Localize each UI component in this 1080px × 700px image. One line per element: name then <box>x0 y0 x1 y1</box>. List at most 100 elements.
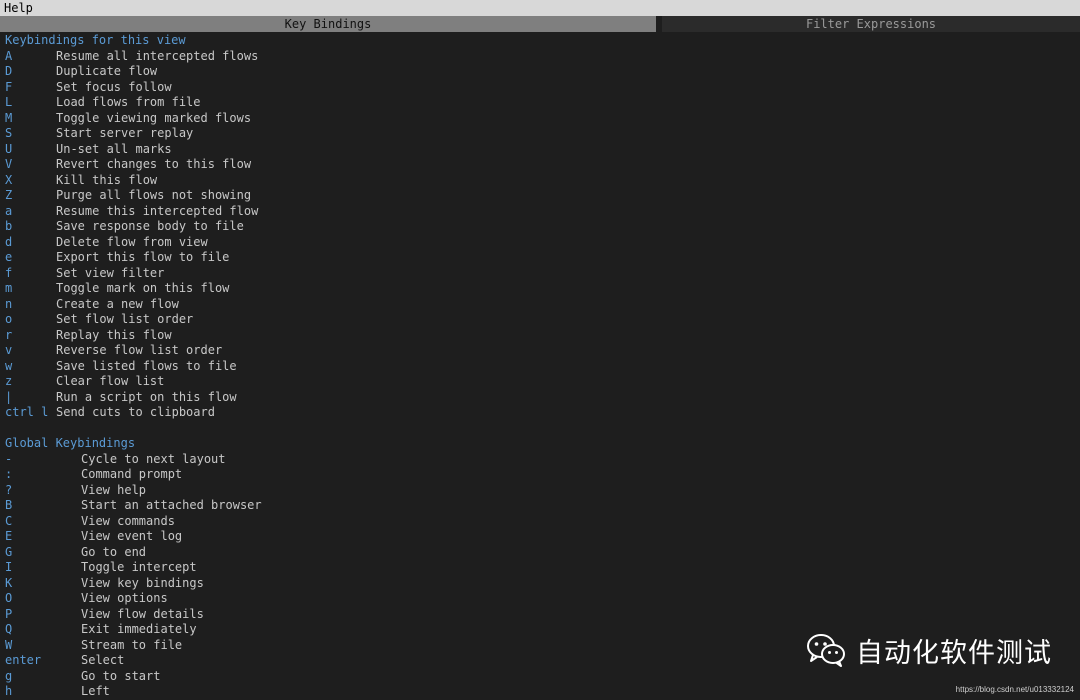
binding-key: ctrl l <box>5 405 49 419</box>
binding-key: w <box>5 358 13 373</box>
binding-desc: Kill this flow <box>56 172 158 187</box>
help-content[interactable]: Keybindings for this view A Resume all in… <box>5 33 765 700</box>
binding-desc: Start server replay <box>56 126 194 140</box>
binding-desc: Revert changes to this flow <box>56 157 252 171</box>
watermark: 自动化软件测试 <box>806 632 1052 669</box>
binding-row: Z Purge all flows not showing <box>5 188 765 204</box>
binding-desc: Go to start <box>81 668 161 683</box>
binding-row: F Set focus follow <box>5 80 765 96</box>
binding-desc: Cycle to next layout <box>81 451 226 466</box>
binding-desc: Set focus follow <box>56 79 172 94</box>
tab-bar: Key Bindings Filter Expressions <box>0 16 1080 32</box>
wechat-icon <box>806 633 846 667</box>
binding-key: | <box>5 389 13 404</box>
binding-key: o <box>5 312 13 326</box>
binding-row: V Revert changes to this flow <box>5 157 765 173</box>
binding-row: M Toggle viewing marked flows <box>5 111 765 127</box>
binding-desc: Stream to file <box>81 637 183 652</box>
binding-key: L <box>5 95 13 109</box>
binding-row: B Start an attached browser <box>5 498 765 514</box>
binding-key: U <box>5 141 13 156</box>
binding-row: E View event log <box>5 529 765 545</box>
binding-row: enter Select <box>5 653 765 669</box>
binding-key: n <box>5 296 13 311</box>
binding-desc: View flow details <box>81 606 204 621</box>
global-bindings-list: - Cycle to next layout : Command prompt ? V… <box>5 452 765 700</box>
binding-row: - Cycle to next layout <box>5 452 765 468</box>
binding-desc: Toggle viewing marked flows <box>56 110 252 125</box>
binding-row: h Left <box>5 684 765 700</box>
binding-row: o Set flow list order <box>5 312 765 328</box>
binding-key: K <box>5 575 13 590</box>
binding-row: W Stream to file <box>5 638 765 654</box>
binding-desc: Export this flow to file <box>56 250 230 264</box>
binding-row: e Export this flow to file <box>5 250 765 266</box>
binding-row: K View key bindings <box>5 576 765 592</box>
binding-desc: View commands <box>81 513 175 528</box>
binding-desc: Load flows from file <box>56 95 201 109</box>
binding-key: I <box>5 560 13 574</box>
binding-row: O View options <box>5 591 765 607</box>
binding-desc: Run a script on this flow <box>56 389 237 404</box>
binding-desc: Reverse flow list order <box>56 343 223 357</box>
binding-key: : <box>5 467 13 481</box>
binding-key: V <box>5 157 13 171</box>
binding-key: h <box>5 684 13 698</box>
binding-desc: Send cuts to clipboard <box>56 405 215 419</box>
binding-key: F <box>5 79 13 94</box>
window-title: Help <box>0 0 1080 16</box>
binding-row: m Toggle mark on this flow <box>5 281 765 297</box>
binding-key: g <box>5 668 13 683</box>
binding-key: a <box>5 203 13 218</box>
binding-key: f <box>5 265 13 280</box>
binding-row: U Un-set all marks <box>5 142 765 158</box>
binding-desc: Resume all intercepted flows <box>56 48 259 63</box>
binding-row: Q Exit immediately <box>5 622 765 638</box>
tab-filter-expressions[interactable]: Filter Expressions <box>662 16 1080 32</box>
binding-desc: Command prompt <box>81 467 183 481</box>
binding-row: P View flow details <box>5 607 765 623</box>
binding-key: G <box>5 544 13 559</box>
binding-row: f Set view filter <box>5 266 765 282</box>
binding-desc: View options <box>81 591 168 605</box>
binding-desc: Purge all flows not showing <box>56 188 252 202</box>
binding-desc: Toggle mark on this flow <box>56 281 230 295</box>
global-section-heading: Global Keybindings <box>5 436 136 450</box>
binding-desc: Un-set all marks <box>56 141 172 156</box>
binding-key: E <box>5 529 13 543</box>
binding-desc: Left <box>81 684 110 698</box>
binding-key: X <box>5 172 13 187</box>
binding-row: ? View help <box>5 483 765 499</box>
binding-desc: Resume this intercepted flow <box>56 203 259 218</box>
binding-key: S <box>5 126 13 140</box>
binding-key: z <box>5 374 13 388</box>
binding-key: b <box>5 219 13 233</box>
binding-row: D Duplicate flow <box>5 64 765 80</box>
binding-key: r <box>5 327 13 342</box>
view-bindings-list: A Resume all intercepted flows D Duplicate… <box>5 49 765 421</box>
binding-row: v Reverse flow list order <box>5 343 765 359</box>
binding-key: D <box>5 64 13 78</box>
binding-row: a Resume this intercepted flow <box>5 204 765 220</box>
binding-key: - <box>5 451 13 466</box>
binding-desc: Start an attached browser <box>81 498 262 512</box>
binding-key: enter <box>5 653 42 667</box>
binding-key: d <box>5 234 13 249</box>
binding-desc: Toggle intercept <box>81 560 197 574</box>
binding-desc: View help <box>81 482 147 497</box>
binding-desc: Clear flow list <box>56 374 165 388</box>
binding-row: A Resume all intercepted flows <box>5 49 765 65</box>
binding-row: C View commands <box>5 514 765 530</box>
binding-key: e <box>5 250 13 264</box>
binding-desc: Duplicate flow <box>56 64 158 78</box>
binding-row: I Toggle intercept <box>5 560 765 576</box>
binding-row: | Run a script on this flow <box>5 390 765 406</box>
binding-row: G Go to end <box>5 545 765 561</box>
binding-desc: Save listed flows to file <box>56 358 237 373</box>
binding-key: ? <box>5 482 13 497</box>
binding-desc: View key bindings <box>81 575 204 590</box>
binding-row: z Clear flow list <box>5 374 765 390</box>
tab-key-bindings[interactable]: Key Bindings <box>0 16 656 32</box>
binding-row: L Load flows from file <box>5 95 765 111</box>
binding-row: X Kill this flow <box>5 173 765 189</box>
